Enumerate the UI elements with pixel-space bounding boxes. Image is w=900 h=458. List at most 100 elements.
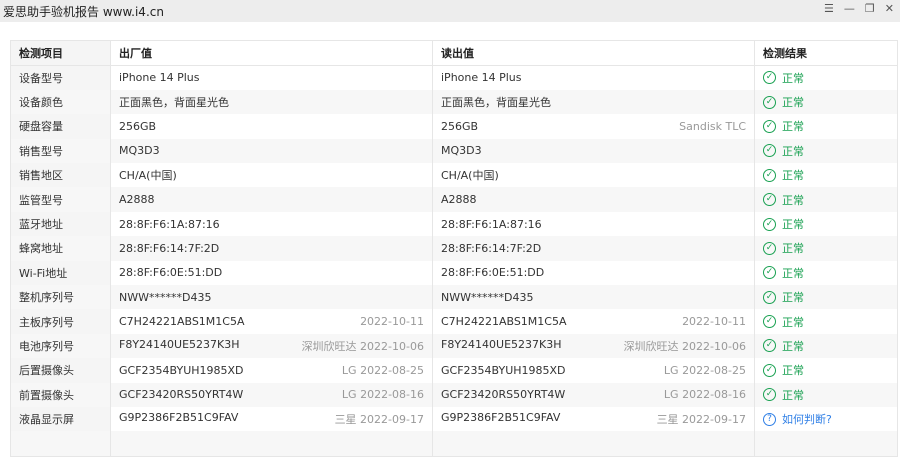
item-label: 前置摄像头 — [10, 382, 111, 407]
result-ok: ✓ 正常 — [763, 387, 889, 403]
result-cell: ✓ 正常 — [754, 260, 898, 286]
read-cell: iPhone 14 Plus — [432, 65, 755, 90]
factory-value: NWW******D435 — [119, 290, 212, 304]
read-cell: NWW******D435 — [432, 285, 755, 310]
result-text: 正常 — [782, 120, 804, 134]
how-to-judge-link[interactable]: ? 如何判断? — [763, 411, 889, 427]
table-row: 电池序列号 F8Y24140UE5237K3H 深圳欣旺达 2022-10-06 … — [10, 333, 898, 359]
result-ok: ✓ 正常 — [763, 94, 889, 110]
factory-cell: GCF23420RS50YRT4W LG 2022-08-16 — [110, 382, 433, 407]
table-header: 检测项目 出厂值 读出值 检测结果 — [10, 40, 898, 66]
read-cell: C7H24221ABS1M1C5A 2022-10-11 — [432, 309, 755, 334]
factory-value: GCF23420RS50YRT4W — [119, 388, 244, 402]
result-ok: ✓ 正常 — [763, 167, 889, 183]
read-cell: GCF2354BYUH1985XD LG 2022-08-25 — [432, 358, 755, 383]
result-text: 正常 — [782, 96, 804, 110]
factory-cell: 28:8F:F6:1A:87:16 — [110, 211, 433, 237]
factory-value: 256GB — [119, 119, 157, 133]
factory-cell: 28:8F:F6:14:7F:2D — [110, 236, 433, 261]
header-read: 读出值 — [432, 40, 755, 66]
factory-value: MQ3D3 — [119, 144, 160, 158]
result-text: 正常 — [782, 388, 804, 402]
check-circle-icon: ✓ — [763, 290, 776, 304]
read-note: 深圳欣旺达 2022-10-06 — [623, 339, 746, 353]
check-circle-icon: ✓ — [763, 193, 776, 207]
factory-value: C7H24221ABS1M1C5A — [119, 315, 245, 329]
read-cell: F8Y24140UE5237K3H 深圳欣旺达 2022-10-06 — [432, 333, 755, 359]
check-circle-icon: ✓ — [763, 119, 776, 133]
result-ok: ✓ 正常 — [763, 192, 889, 208]
minimize-icon[interactable]: — — [844, 2, 855, 15]
table-row: 主板序列号 C7H24221ABS1M1C5A 2022-10-11 C7H242… — [10, 309, 898, 334]
result-text: 如何判断? — [782, 413, 832, 427]
read-value: 28:8F:F6:1A:87:16 — [441, 217, 542, 231]
result-text: 正常 — [782, 144, 804, 158]
table-row: Wi-Fi地址 28:8F:F6:0E:51:DD 28:8F:F6:0E:51… — [10, 260, 898, 286]
table-row: 液晶显示屏 G9P2386F2B51C9FAV 三星 2022-09-17 G9P… — [10, 406, 898, 432]
result-text: 正常 — [782, 193, 804, 207]
result-cell: ✓ 正常 — [754, 138, 898, 164]
result-text: 正常 — [782, 266, 804, 280]
result-ok: ✓ 正常 — [763, 216, 889, 232]
empty-cell — [754, 431, 898, 457]
item-label: 设备颜色 — [10, 89, 111, 115]
read-cell: 28:8F:F6:14:7F:2D — [432, 236, 755, 261]
read-cell: 正面黑色，背面星光色 — [432, 89, 755, 115]
read-value: 28:8F:F6:0E:51:DD — [441, 266, 545, 280]
factory-value: 正面黑色，背面星光色 — [119, 96, 229, 110]
read-value: A2888 — [441, 193, 477, 207]
result-cell: ✓ 正常 — [754, 309, 898, 334]
result-cell: ✓ 正常 — [754, 65, 898, 90]
item-label: Wi-Fi地址 — [10, 260, 111, 286]
header-factory: 出厂值 — [110, 40, 433, 66]
check-circle-icon: ✓ — [763, 266, 776, 280]
check-circle-icon: ✓ — [763, 339, 776, 353]
result-ok: ✓ 正常 — [763, 314, 889, 330]
factory-cell: C7H24221ABS1M1C5A 2022-10-11 — [110, 309, 433, 334]
close-icon[interactable]: ✕ — [885, 2, 894, 15]
read-value: 正面黑色，背面星光色 — [441, 96, 551, 110]
factory-value: CH/A(中国) — [119, 169, 177, 183]
factory-cell: 256GB — [110, 114, 433, 139]
restore-icon[interactable]: ❐ — [865, 2, 875, 15]
result-cell: ✓ 正常 — [754, 211, 898, 237]
result-cell: ✓ 正常 — [754, 236, 898, 261]
check-circle-icon: ✓ — [763, 241, 776, 255]
check-circle-icon: ✓ — [763, 315, 776, 329]
read-cell: 28:8F:F6:1A:87:16 — [432, 211, 755, 237]
factory-note: 三星 2022-09-17 — [334, 413, 424, 427]
result-cell: ? 如何判断? — [754, 406, 898, 432]
result-text: 正常 — [782, 71, 804, 85]
result-text: 正常 — [782, 218, 804, 232]
result-cell: ✓ 正常 — [754, 285, 898, 310]
table-row: 硬盘容量 256GB 256GB Sandisk TLC ✓ 正常 — [10, 114, 898, 139]
item-label: 硬盘容量 — [10, 114, 111, 139]
factory-cell: NWW******D435 — [110, 285, 433, 310]
result-cell: ✓ 正常 — [754, 163, 898, 188]
menu-icon[interactable]: ☰ — [824, 2, 834, 15]
factory-cell: 28:8F:F6:0E:51:DD — [110, 260, 433, 286]
window-title: 爱思助手验机报告 www.i4.cn — [3, 4, 164, 19]
table-row: 蜂窝地址 28:8F:F6:14:7F:2D 28:8F:F6:14:7F:2D… — [10, 236, 898, 261]
factory-value: 28:8F:F6:14:7F:2D — [119, 241, 220, 255]
item-label: 销售地区 — [10, 163, 111, 188]
read-value: NWW******D435 — [441, 290, 534, 304]
header-result: 检测结果 — [754, 40, 898, 66]
check-circle-icon: ✓ — [763, 95, 776, 109]
read-cell: MQ3D3 — [432, 138, 755, 164]
result-ok: ✓ 正常 — [763, 289, 889, 305]
factory-note: 2022-10-11 — [360, 315, 424, 329]
result-cell: ✓ 正常 — [754, 187, 898, 212]
item-label: 电池序列号 — [10, 333, 111, 359]
question-circle-icon: ? — [763, 412, 776, 426]
factory-cell: MQ3D3 — [110, 138, 433, 164]
item-label: 蜂窝地址 — [10, 236, 111, 261]
table-row: 销售型号 MQ3D3 MQ3D3 ✓ 正常 — [10, 138, 898, 164]
factory-cell: 正面黑色，背面星光色 — [110, 89, 433, 115]
check-circle-icon: ✓ — [763, 363, 776, 377]
table-row: 监管型号 A2888 A2888 ✓ 正常 — [10, 187, 898, 212]
result-text: 正常 — [782, 169, 804, 183]
read-value: MQ3D3 — [441, 144, 482, 158]
result-text: 正常 — [782, 291, 804, 305]
result-cell: ✓ 正常 — [754, 89, 898, 115]
